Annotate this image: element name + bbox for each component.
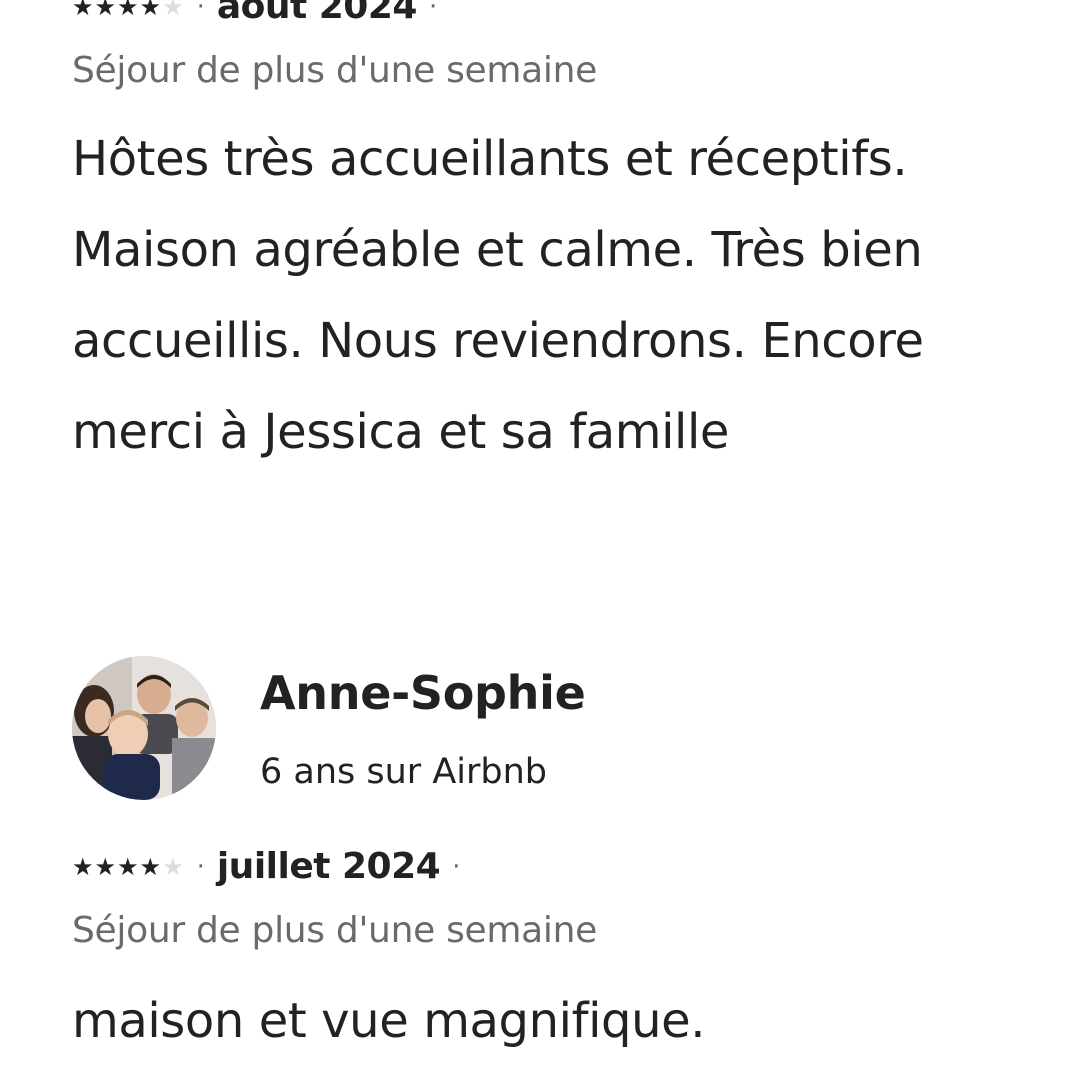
review-2-star-rating: ★ ★ ★ ★ ★ [72, 855, 185, 879]
review-2-date: juillet 2024 [216, 846, 441, 887]
reviewer-tenure: 6 ans sur Airbnb [260, 752, 547, 792]
separator-dot: · [196, 851, 205, 882]
separator-dot: · [452, 851, 461, 882]
separator-dot: · [196, 0, 205, 22]
star-empty-icon: ★ [162, 852, 184, 881]
review-1-text: Hôtes très accueillants et réceptifs. Ma… [72, 131, 924, 460]
reviewer-name[interactable]: Anne-Sophie [260, 666, 586, 720]
star-filled-icon: ★ [117, 852, 139, 881]
avatar-photo [72, 656, 216, 800]
review-2-stay-length: Séjour de plus d'une semaine [72, 910, 597, 951]
reviews-page: ★ ★ ★ ★ ★ · août 2024 · Séjour de plus d… [0, 0, 1080, 1080]
review-1-meta: ★ ★ ★ ★ ★ · août 2024 · [72, 0, 437, 27]
star-filled-icon: ★ [139, 0, 162, 21]
separator-dot: · [428, 0, 438, 22]
star-filled-icon: ★ [139, 852, 162, 881]
star-filled-icon: ★ [94, 0, 117, 21]
review-1-stay-length: Séjour de plus d'une semaine [72, 50, 597, 91]
reviewer-avatar[interactable] [72, 656, 216, 800]
review-1-star-rating: ★ ★ ★ ★ ★ [72, 0, 185, 19]
review-2-meta: ★ ★ ★ ★ ★ · juillet 2024 · [72, 846, 460, 887]
star-empty-icon: ★ [162, 0, 184, 21]
star-filled-icon: ★ [94, 852, 117, 881]
review-1-date: août 2024 [216, 0, 418, 27]
star-filled-icon: ★ [117, 0, 139, 21]
review-2-text: maison et vue magnifique. [72, 993, 706, 1049]
star-filled-icon: ★ [72, 0, 94, 21]
star-filled-icon: ★ [72, 852, 94, 881]
